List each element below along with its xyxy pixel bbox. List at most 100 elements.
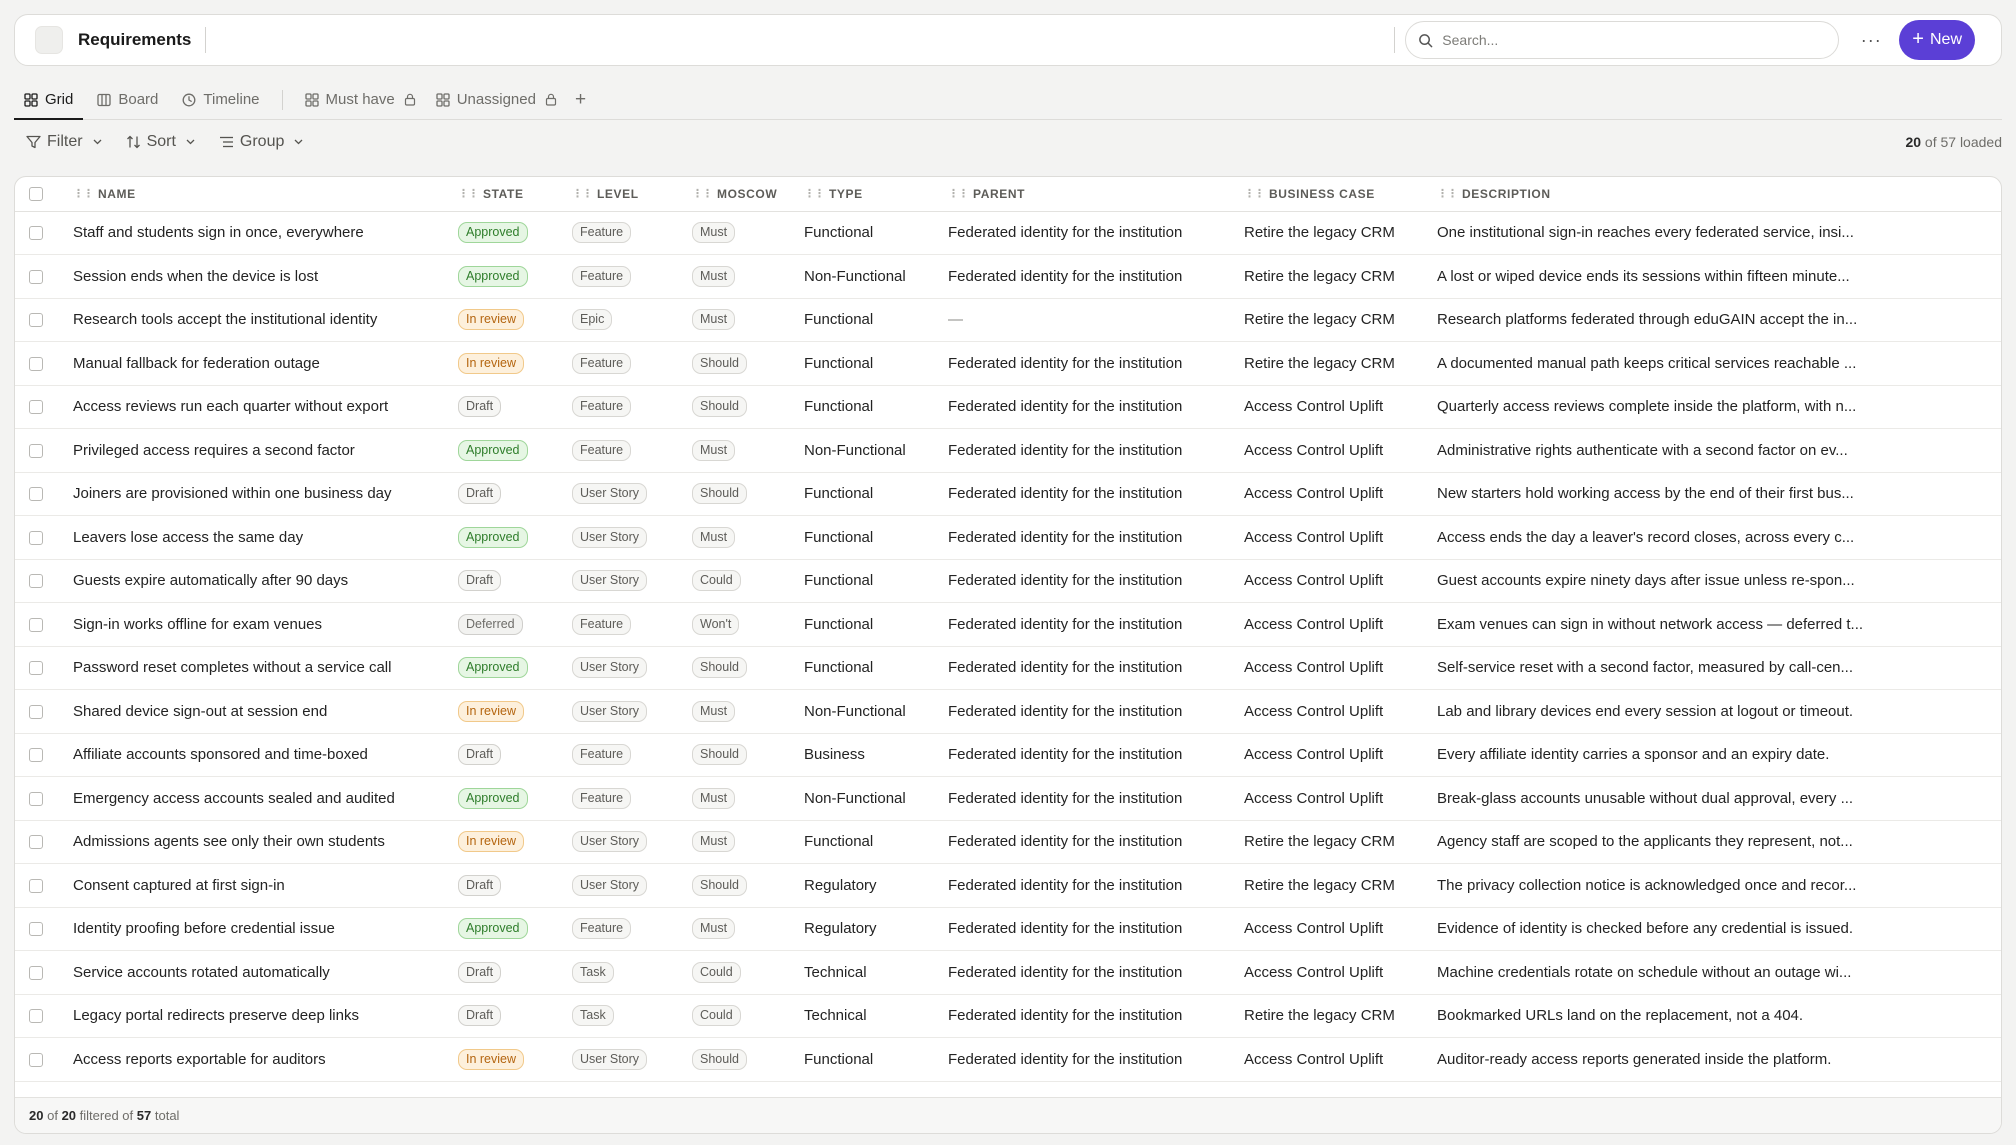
cell-level[interactable]: User Story <box>572 863 692 908</box>
sort-button[interactable]: Sort <box>114 126 207 158</box>
cell-name[interactable]: Access reviews run each quarter without … <box>73 385 458 429</box>
cell-state[interactable]: In review <box>458 341 572 386</box>
tab-timeline[interactable]: Timeline <box>172 80 269 119</box>
row-checkbox[interactable] <box>29 835 43 850</box>
cell-description[interactable]: New starters hold working access by the … <box>1437 472 2001 516</box>
cell-level[interactable]: Feature <box>572 907 692 951</box>
row-checkbox[interactable] <box>29 269 43 284</box>
cell-type[interactable]: Non-Functional <box>804 776 948 821</box>
row-checkbox[interactable] <box>29 748 43 763</box>
row-checkbox[interactable] <box>29 313 43 328</box>
cell-description[interactable]: Access ends the day a leaver's record cl… <box>1437 515 2001 560</box>
cell-state[interactable]: Approved <box>458 776 572 821</box>
cell-type[interactable]: Functional <box>804 341 948 386</box>
cell-level[interactable]: Feature <box>572 385 692 429</box>
cell-name[interactable]: Sign-in works offline for exam venues <box>73 602 458 647</box>
cell-description[interactable]: Guest accounts expire ninety days after … <box>1437 559 2001 603</box>
cell-state[interactable]: Approved <box>458 428 572 473</box>
cell-business-case[interactable]: Access Control Uplift <box>1244 515 1437 560</box>
table-row[interactable]: Identity proofing before credential issu… <box>15 907 2001 951</box>
cell-type[interactable]: Functional <box>804 385 948 429</box>
cell-business-case[interactable]: Retire the legacy CRM <box>1244 994 1437 1038</box>
cell-moscow[interactable]: Must <box>692 254 804 299</box>
drag-handle-icon[interactable]: ⋮⋮ <box>458 187 479 200</box>
cell-parent[interactable]: Federated identity for the institution <box>948 820 1244 864</box>
cell-description[interactable]: Agency staff are scoped to the applicant… <box>1437 820 2001 864</box>
cell-state[interactable]: Approved <box>458 907 572 951</box>
row-checkbox[interactable] <box>29 661 43 676</box>
row-checkbox[interactable] <box>29 617 43 632</box>
cell-level[interactable]: Feature <box>572 211 692 255</box>
cell-name[interactable]: Service accounts rotated automatically <box>73 950 458 995</box>
table-row[interactable]: Guests expire automatically after 90 day… <box>15 559 2001 603</box>
cell-parent[interactable]: Federated identity for the institution <box>948 254 1244 299</box>
cell-parent[interactable]: Federated identity for the institution <box>948 907 1244 951</box>
cell-level[interactable]: User Story <box>572 515 692 560</box>
column-header-state[interactable]: ⋮⋮ STATE <box>458 177 572 212</box>
cell-type[interactable]: Functional <box>804 559 948 603</box>
drag-handle-icon[interactable]: ⋮⋮ <box>948 187 969 200</box>
cell-type[interactable]: Functional <box>804 820 948 864</box>
column-header-type[interactable]: ⋮⋮ TYPE <box>804 177 948 212</box>
cell-name[interactable]: Guests expire automatically after 90 day… <box>73 559 458 603</box>
table-row[interactable]: Legacy portal redirects preserve deep li… <box>15 994 2001 1038</box>
cell-parent[interactable]: Federated identity for the institution <box>948 994 1244 1038</box>
table-row[interactable]: Access reviews run each quarter without … <box>15 385 2001 429</box>
cell-type[interactable]: Regulatory <box>804 907 948 951</box>
cell-type[interactable]: Functional <box>804 298 948 342</box>
table-row[interactable]: Staff and students sign in once, everywh… <box>15 211 2001 255</box>
cell-type[interactable]: Functional <box>804 646 948 690</box>
cell-moscow[interactable]: Must <box>692 298 804 342</box>
group-button[interactable]: Group <box>207 126 315 158</box>
cell-moscow[interactable]: Should <box>692 646 804 690</box>
cell-description[interactable]: Lab and library devices end every sessio… <box>1437 689 2001 734</box>
cell-moscow[interactable]: Should <box>692 863 804 908</box>
cell-moscow[interactable]: Must <box>692 776 804 821</box>
cell-moscow[interactable]: Should <box>692 472 804 516</box>
cell-parent[interactable]: Federated identity for the institution <box>948 776 1244 821</box>
cell-level[interactable]: Task <box>572 950 692 995</box>
cell-level[interactable]: Feature <box>572 602 692 647</box>
table-row[interactable]: Emergency access accounts sealed and aud… <box>15 776 2001 821</box>
cell-state[interactable]: Draft <box>458 385 572 429</box>
column-header-parent[interactable]: ⋮⋮ PARENT <box>948 177 1244 212</box>
cell-business-case[interactable]: Access Control Uplift <box>1244 472 1437 516</box>
table-row[interactable]: Shared device sign-out at session end In … <box>15 689 2001 734</box>
cell-business-case[interactable]: Access Control Uplift <box>1244 907 1437 951</box>
cell-state[interactable]: Approved <box>458 211 572 255</box>
row-checkbox[interactable] <box>29 530 43 545</box>
column-header-business-case[interactable]: ⋮⋮ BUSINESS CASE <box>1244 177 1437 212</box>
cell-type[interactable]: Technical <box>804 950 948 995</box>
cell-name[interactable]: Staff and students sign in once, everywh… <box>73 211 458 255</box>
row-checkbox[interactable] <box>29 574 43 589</box>
tab-board[interactable]: Board <box>87 80 168 119</box>
cell-level[interactable]: User Story <box>572 559 692 603</box>
cell-state[interactable]: Deferred <box>458 602 572 647</box>
search-box[interactable] <box>1405 21 1840 59</box>
cell-description[interactable]: Break-glass accounts unusable without du… <box>1437 776 2001 821</box>
table-row[interactable]: Access reports exportable for auditors In… <box>15 1037 2001 1082</box>
cell-business-case[interactable]: Access Control Uplift <box>1244 950 1437 995</box>
cell-name[interactable]: Admissions agents see only their own stu… <box>73 820 458 864</box>
cell-business-case[interactable]: Access Control Uplift <box>1244 602 1437 647</box>
cell-type[interactable]: Non-Functional <box>804 254 948 299</box>
cell-moscow[interactable]: Must <box>692 428 804 473</box>
cell-state[interactable]: Draft <box>458 733 572 777</box>
row-checkbox[interactable] <box>29 487 43 502</box>
add-view-button[interactable]: + <box>567 80 594 119</box>
cell-name[interactable]: Affiliate accounts sponsored and time-bo… <box>73 733 458 777</box>
cell-type[interactable]: Non-Functional <box>804 428 948 473</box>
cell-moscow[interactable]: Could <box>692 994 804 1038</box>
cell-name[interactable]: Manual fallback for federation outage <box>73 341 458 386</box>
cell-name[interactable]: Identity proofing before credential issu… <box>73 907 458 951</box>
cell-parent[interactable]: Federated identity for the institution <box>948 602 1244 647</box>
table-row[interactable]: Leavers lose access the same day Approved… <box>15 515 2001 560</box>
cell-level[interactable]: User Story <box>572 472 692 516</box>
cell-state[interactable]: Approved <box>458 515 572 560</box>
cell-level[interactable]: Task <box>572 994 692 1038</box>
drag-handle-icon[interactable]: ⋮⋮ <box>572 187 593 200</box>
cell-description[interactable]: Quarterly access reviews complete inside… <box>1437 385 2001 429</box>
cell-name[interactable]: Leavers lose access the same day <box>73 515 458 560</box>
cell-moscow[interactable]: Should <box>692 733 804 777</box>
cell-description[interactable]: Exam venues can sign in without network … <box>1437 602 2001 647</box>
